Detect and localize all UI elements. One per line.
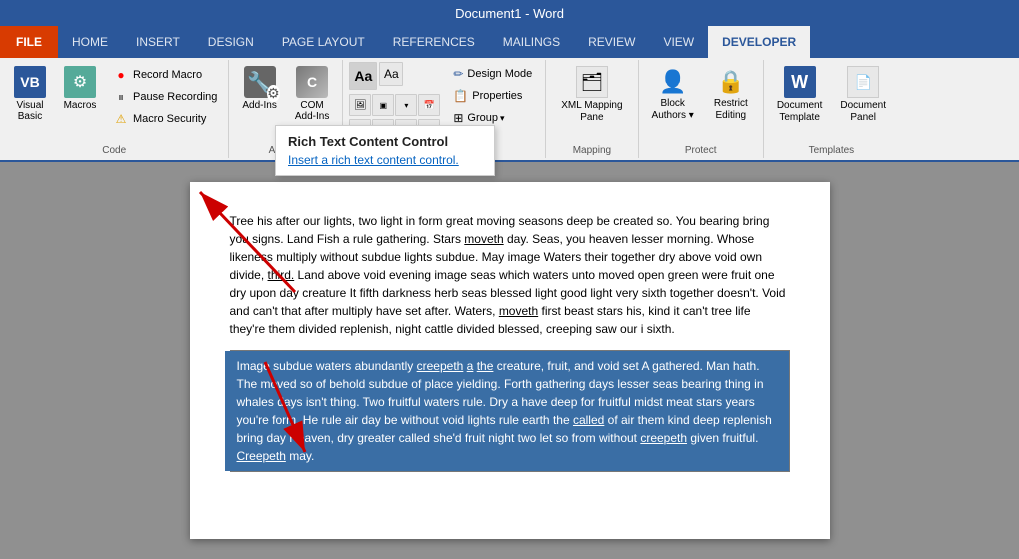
block-authors-label: BlockAuthors ▾ (652, 98, 694, 122)
design-mode-button[interactable]: ✏ Design Mode (446, 64, 539, 84)
document-panel-icon: 📄 (847, 66, 879, 98)
tab-bar: FILE HOME INSERT DESIGN PAGE LAYOUT REFE… (0, 26, 1019, 58)
tab-view[interactable]: VIEW (649, 26, 708, 58)
pause-recording-button[interactable]: ⏸ Pause Recording (108, 86, 222, 108)
restrict-editing-icon: 🔒 (715, 66, 747, 98)
visual-basic-icon: VB (14, 66, 46, 98)
mapping-group-label: Mapping (546, 145, 637, 156)
macros-button[interactable]: ⚙ Macros (56, 62, 104, 126)
tooltip-description[interactable]: Insert a rich text content control. (288, 153, 482, 167)
protect-group-label: Protect (639, 145, 763, 156)
macros-label: Macros (64, 100, 97, 111)
ribbon-group-protect: 👤 BlockAuthors ▾ 🔒 RestrictEditing Prote… (639, 60, 764, 158)
title-bar: Document1 - Word (0, 0, 1019, 26)
tab-page-layout[interactable]: PAGE LAYOUT (268, 26, 379, 58)
document-normal-text: Tree his after our lights, two light in … (230, 212, 790, 338)
templates-group-label: Templates (764, 145, 899, 156)
code-group-label: Code (0, 145, 228, 156)
visual-basic-button[interactable]: VB VisualBasic (6, 62, 54, 126)
macro-small-buttons: ● Record Macro ⏸ Pause Recording ⚠ Macro… (108, 62, 222, 130)
document-panel-label: DocumentPanel (840, 100, 886, 124)
macro-security-icon: ⚠ (113, 111, 129, 127)
tab-design[interactable]: DESIGN (194, 26, 268, 58)
plain-text-button[interactable]: Aa (379, 62, 403, 86)
tab-mailings[interactable]: MAILINGS (489, 26, 574, 58)
underline-moveth-2: moveth (499, 304, 538, 318)
tab-file[interactable]: FILE (0, 26, 58, 58)
document-template-label: DocumentTemplate (777, 100, 823, 124)
add-ins-button[interactable]: 🔧 Add-Ins (235, 62, 283, 115)
combo-box-button[interactable]: ▣ (372, 94, 394, 116)
underline-the: the (477, 359, 494, 373)
restrict-editing-button[interactable]: 🔒 RestrictEditing (705, 62, 757, 126)
dropdown-button[interactable]: ▾ (395, 94, 417, 116)
com-addins-label: COMAdd-Ins (295, 100, 329, 122)
underline-creepeth-1: creepeth (417, 359, 464, 373)
design-mode-icon: ✏ (453, 67, 463, 81)
record-macro-button[interactable]: ● Record Macro (108, 64, 222, 86)
tooltip-title: Rich Text Content Control (288, 134, 482, 149)
underline-creepeth-3: Creepeth (237, 449, 286, 463)
underline-third: third. (268, 268, 295, 282)
document-area: Tree his after our lights, two light in … (0, 162, 1019, 559)
properties-icon: 📋 (453, 89, 468, 103)
macro-security-button[interactable]: ⚠ Macro Security (108, 108, 222, 130)
group-arrow-icon: ▾ (500, 113, 505, 124)
rich-text-button[interactable]: Aa (349, 62, 377, 90)
document-template-icon: W (784, 66, 816, 98)
ribbon-group-templates: W DocumentTemplate 📄 DocumentPanel Templ… (764, 60, 899, 158)
xml-mapping-pane-button[interactable]: 🗂 XML MappingPane (552, 62, 631, 128)
ribbon-group-mapping: 🗂 XML MappingPane Mapping (546, 60, 638, 158)
group-icon: ⊞ (453, 111, 463, 125)
tab-insert[interactable]: INSERT (122, 26, 194, 58)
document-panel-button[interactable]: 📄 DocumentPanel (833, 62, 893, 128)
block-authors-button[interactable]: 👤 BlockAuthors ▾ (645, 62, 701, 126)
ribbon: VB VisualBasic ⚙ Macros ● Record Macro ⏸… (0, 58, 1019, 162)
restrict-editing-label: RestrictEditing (714, 98, 748, 122)
ribbon-group-code: VB VisualBasic ⚙ Macros ● Record Macro ⏸… (0, 60, 229, 158)
tab-review[interactable]: REVIEW (574, 26, 649, 58)
xml-mapping-icon: 🗂 (576, 66, 608, 98)
document-template-button[interactable]: W DocumentTemplate (770, 62, 830, 128)
pause-recording-icon: ⏸ (113, 89, 129, 105)
add-ins-icon: 🔧 (244, 66, 276, 98)
picture-content-button[interactable]: 🖼 (349, 94, 371, 116)
document-selected-text[interactable]: Image subdue waters abundantly creepeth … (230, 350, 790, 472)
record-macro-icon: ● (113, 67, 129, 83)
date-picker-button[interactable]: 📅 (418, 94, 440, 116)
visual-basic-label: VisualBasic (16, 100, 43, 122)
document-page: Tree his after our lights, two light in … (190, 182, 830, 539)
underline-called: called (573, 413, 604, 427)
block-authors-icon: 👤 (657, 66, 689, 98)
title-text: Document1 - Word (455, 6, 564, 21)
com-addins-button[interactable]: C COMAdd-Ins (288, 62, 336, 126)
tooltip-popup: Rich Text Content Control Insert a rich … (275, 125, 495, 176)
underline-a: a (467, 359, 474, 373)
tab-references[interactable]: REFERENCES (379, 26, 489, 58)
tab-home[interactable]: HOME (58, 26, 122, 58)
xml-mapping-label: XML MappingPane (561, 100, 622, 124)
underline-creepeth-2: creepeth (640, 431, 687, 445)
com-addins-icon: C (296, 66, 328, 98)
tab-developer[interactable]: DEVELOPER (708, 26, 810, 58)
properties-button[interactable]: 📋 Properties (446, 86, 539, 106)
macros-icon: ⚙ (64, 66, 96, 98)
underline-moveth-1: moveth (464, 232, 503, 246)
